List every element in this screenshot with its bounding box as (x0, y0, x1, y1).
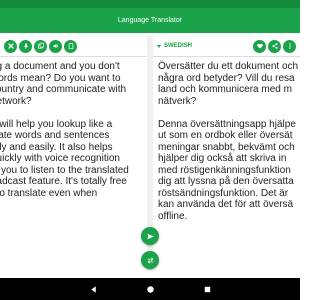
target-toolbar: SWEDISH (153, 36, 300, 56)
home-icon[interactable] (146, 285, 155, 294)
more-icon[interactable] (283, 39, 296, 53)
target-language-label: SWEDISH (164, 43, 193, 49)
copy-icon[interactable] (34, 39, 47, 53)
clipboard-icon[interactable] (64, 39, 77, 53)
speaker-icon[interactable] (49, 39, 62, 53)
swap-languages-button[interactable] (141, 251, 159, 269)
chevron-down-icon (157, 44, 161, 48)
source-pane: ng a document and you don't words mean? … (0, 36, 147, 270)
back-icon[interactable] (89, 285, 98, 294)
toolbar-divider (0, 56, 147, 57)
system-nav-bar (0, 278, 300, 300)
status-bar (0, 0, 300, 8)
swap-icon (147, 256, 153, 264)
favorite-icon[interactable] (253, 39, 266, 53)
share-icon[interactable] (268, 39, 281, 53)
send-icon (146, 233, 154, 239)
app-title: Language Translator (117, 17, 183, 24)
translate-button[interactable] (141, 227, 159, 245)
toolbar-divider (153, 56, 300, 57)
target-pane: SWEDISH Översätter du ett dokument och n… (153, 36, 300, 270)
mic-icon[interactable] (19, 39, 32, 53)
app-bar: Language Translator (0, 8, 300, 33)
close-icon[interactable] (4, 39, 17, 53)
recents-icon[interactable] (203, 285, 212, 294)
target-text[interactable]: Översätter du ett dokument och några ord… (153, 61, 300, 222)
target-language-selector[interactable]: SWEDISH (157, 43, 192, 49)
source-text[interactable]: ng a document and you don't words mean? … (0, 61, 147, 199)
source-toolbar (0, 36, 147, 56)
